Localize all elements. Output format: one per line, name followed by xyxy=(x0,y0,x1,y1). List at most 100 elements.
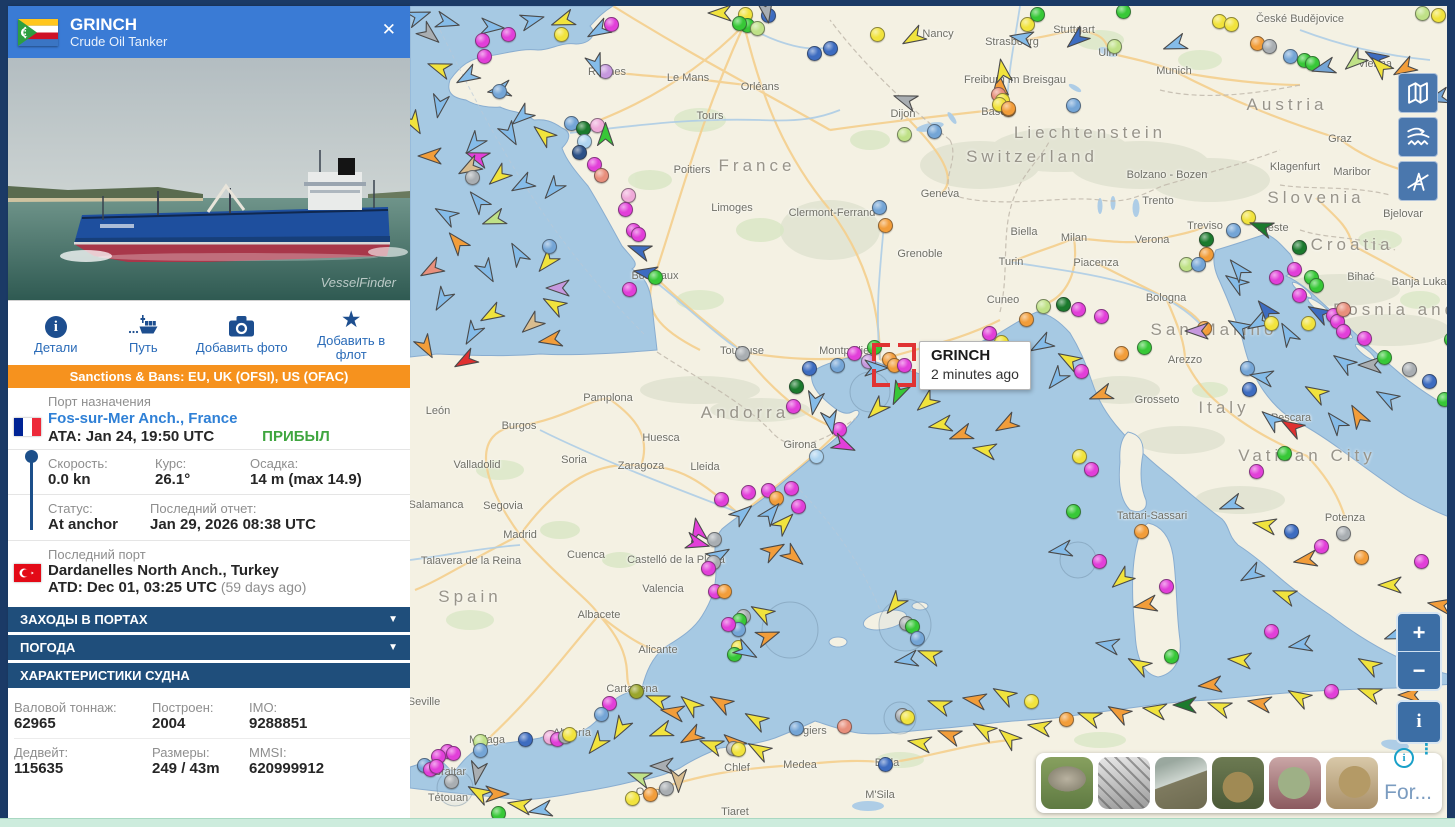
vessel-marker-circle[interactable] xyxy=(629,684,644,699)
vessel-marker-circle[interactable] xyxy=(1137,340,1152,355)
ad-info-icon[interactable]: i xyxy=(1394,748,1414,768)
vessel-marker-arrow[interactable] xyxy=(1130,588,1160,617)
vessel-marker-circle[interactable] xyxy=(1309,278,1324,293)
vessel-marker-circle[interactable] xyxy=(648,270,663,285)
vessel-marker-circle[interactable] xyxy=(1336,302,1351,317)
vessel-marker-circle[interactable] xyxy=(1336,526,1351,541)
vessel-marker-circle[interactable] xyxy=(784,481,799,496)
vessel-marker-circle[interactable] xyxy=(847,346,862,361)
vessel-marker-circle[interactable] xyxy=(701,561,716,576)
ad-photo-thumbnail[interactable] xyxy=(1269,757,1321,809)
vessel-marker-arrow[interactable] xyxy=(707,6,733,23)
vessel-marker-circle[interactable] xyxy=(717,584,732,599)
vessel-marker-circle[interactable] xyxy=(870,27,885,42)
vessel-marker-circle[interactable] xyxy=(1159,579,1174,594)
vessel-marker-arrow[interactable] xyxy=(417,141,443,166)
vessel-map[interactable]: FranceSpainAndorraSwitzerlandLiechtenste… xyxy=(410,6,1447,818)
vessel-marker-circle[interactable] xyxy=(618,202,633,217)
vessel-marker-circle[interactable] xyxy=(1249,464,1264,479)
vessel-marker-arrow[interactable] xyxy=(1140,693,1170,722)
vessel-marker-circle[interactable] xyxy=(1107,39,1122,54)
vessel-marker-circle[interactable] xyxy=(1134,524,1149,539)
vessel-marker-circle[interactable] xyxy=(1074,364,1089,379)
vessel-marker-circle[interactable] xyxy=(1199,232,1214,247)
vessel-marker-circle[interactable] xyxy=(1036,299,1051,314)
vessel-marker-arrow[interactable] xyxy=(1247,360,1277,389)
vessel-marker-circle[interactable] xyxy=(1019,312,1034,327)
vessel-marker-arrow[interactable] xyxy=(1093,628,1123,657)
vessel-marker-circle[interactable] xyxy=(1431,8,1446,23)
vessel-marker-circle[interactable] xyxy=(1292,288,1307,303)
vessel-marker-circle[interactable] xyxy=(477,49,492,64)
vessel-marker-circle[interactable] xyxy=(1164,649,1179,664)
vessel-marker-circle[interactable] xyxy=(823,41,838,56)
vessel-marker-circle[interactable] xyxy=(1277,446,1292,461)
vessel-marker-circle[interactable] xyxy=(1264,624,1279,639)
vessel-marker-circle[interactable] xyxy=(1056,297,1071,312)
vessel-marker-circle[interactable] xyxy=(900,710,915,725)
vessel-marker-circle[interactable] xyxy=(1324,684,1339,699)
vessel-marker-circle[interactable] xyxy=(721,617,736,632)
vessel-marker-circle[interactable] xyxy=(604,17,619,32)
vessel-marker-circle[interactable] xyxy=(554,27,569,42)
ad-photo-thumbnail[interactable] xyxy=(1212,757,1264,809)
action-button-1[interactable]: Путь xyxy=(108,312,178,355)
ad-photo-thumbnail[interactable] xyxy=(1326,757,1378,809)
ad-more-text[interactable]: For... xyxy=(1383,782,1432,804)
vessel-marker-circle[interactable] xyxy=(429,759,444,774)
vessel-marker-circle[interactable] xyxy=(572,145,587,160)
vessel-marker-circle[interactable] xyxy=(1059,712,1074,727)
action-button-0[interactable]: iДетали xyxy=(21,312,91,355)
vessel-marker-circle[interactable] xyxy=(1402,362,1417,377)
vessel-marker-arrow[interactable] xyxy=(525,793,555,818)
vessel-marker-arrow[interactable] xyxy=(1250,508,1280,537)
vessel-marker-circle[interactable] xyxy=(1287,262,1302,277)
vessel-marker-circle[interactable] xyxy=(1116,6,1131,19)
vessel-marker-circle[interactable] xyxy=(741,485,756,500)
vessel-marker-circle[interactable] xyxy=(1094,309,1109,324)
vessel-marker-circle[interactable] xyxy=(1066,98,1081,113)
ad-photo-thumbnail[interactable] xyxy=(1098,757,1150,809)
vessel-marker-circle[interactable] xyxy=(465,170,480,185)
vessel-marker-circle[interactable] xyxy=(1437,392,1448,407)
vessel-marker-arrow[interactable] xyxy=(1172,690,1198,715)
vessel-marker-circle[interactable] xyxy=(446,746,461,761)
vessel-marker-circle[interactable] xyxy=(809,449,824,464)
action-button-3[interactable]: ★Добавить в флот xyxy=(305,305,397,362)
vessel-marker-circle[interactable] xyxy=(1114,346,1129,361)
vessel-marker-circle[interactable] xyxy=(492,84,507,99)
close-icon[interactable]: ✕ xyxy=(382,20,396,40)
vessel-marker-circle[interactable] xyxy=(830,358,845,373)
section-bar-2[interactable]: ХАРАКТЕРИСТИКИ СУДНА xyxy=(8,663,410,688)
vessel-marker-arrow[interactable] xyxy=(1025,710,1055,739)
ad-menu-icon[interactable]: ⋮ xyxy=(1419,746,1434,753)
section-bar-0[interactable]: ЗАХОДЫ В ПОРТАХ▼ xyxy=(8,607,410,632)
vessel-marker-circle[interactable] xyxy=(732,16,747,31)
vessel-marker-circle[interactable] xyxy=(707,532,722,547)
vessel-marker-arrow[interactable] xyxy=(422,91,451,121)
vessel-marker-circle[interactable] xyxy=(1066,504,1081,519)
vessel-marker-arrow[interactable] xyxy=(596,122,621,148)
vessel-marker-arrow[interactable] xyxy=(1285,628,1315,657)
ad-photo-thumbnail[interactable] xyxy=(1041,757,1093,809)
vessel-marker-arrow[interactable] xyxy=(960,683,990,712)
vessel-marker-arrow[interactable] xyxy=(535,323,565,352)
vessel-marker-circle[interactable] xyxy=(731,742,746,757)
vessel-marker-circle[interactable] xyxy=(542,239,557,254)
weather-layer-button[interactable] xyxy=(1398,117,1438,157)
vessel-marker-circle[interactable] xyxy=(1377,350,1392,365)
vessel-marker-circle[interactable] xyxy=(594,707,609,722)
vessel-marker-circle[interactable] xyxy=(1071,302,1086,317)
vessel-marker-circle[interactable] xyxy=(1001,101,1016,116)
vessel-marker-circle[interactable] xyxy=(475,33,490,48)
vessel-marker-circle[interactable] xyxy=(807,46,822,61)
vessel-marker-circle[interactable] xyxy=(1072,449,1087,464)
vessel-marker-circle[interactable] xyxy=(473,743,488,758)
vessel-marker-circle[interactable] xyxy=(878,218,893,233)
vessel-marker-circle[interactable] xyxy=(878,757,893,772)
vessel-marker-circle[interactable] xyxy=(659,781,674,796)
vessel-marker-circle[interactable] xyxy=(594,168,609,183)
vessel-marker-circle[interactable] xyxy=(837,719,852,734)
vessel-marker-circle[interactable] xyxy=(1414,554,1429,569)
ad-photo-thumbnail[interactable] xyxy=(1155,757,1207,809)
